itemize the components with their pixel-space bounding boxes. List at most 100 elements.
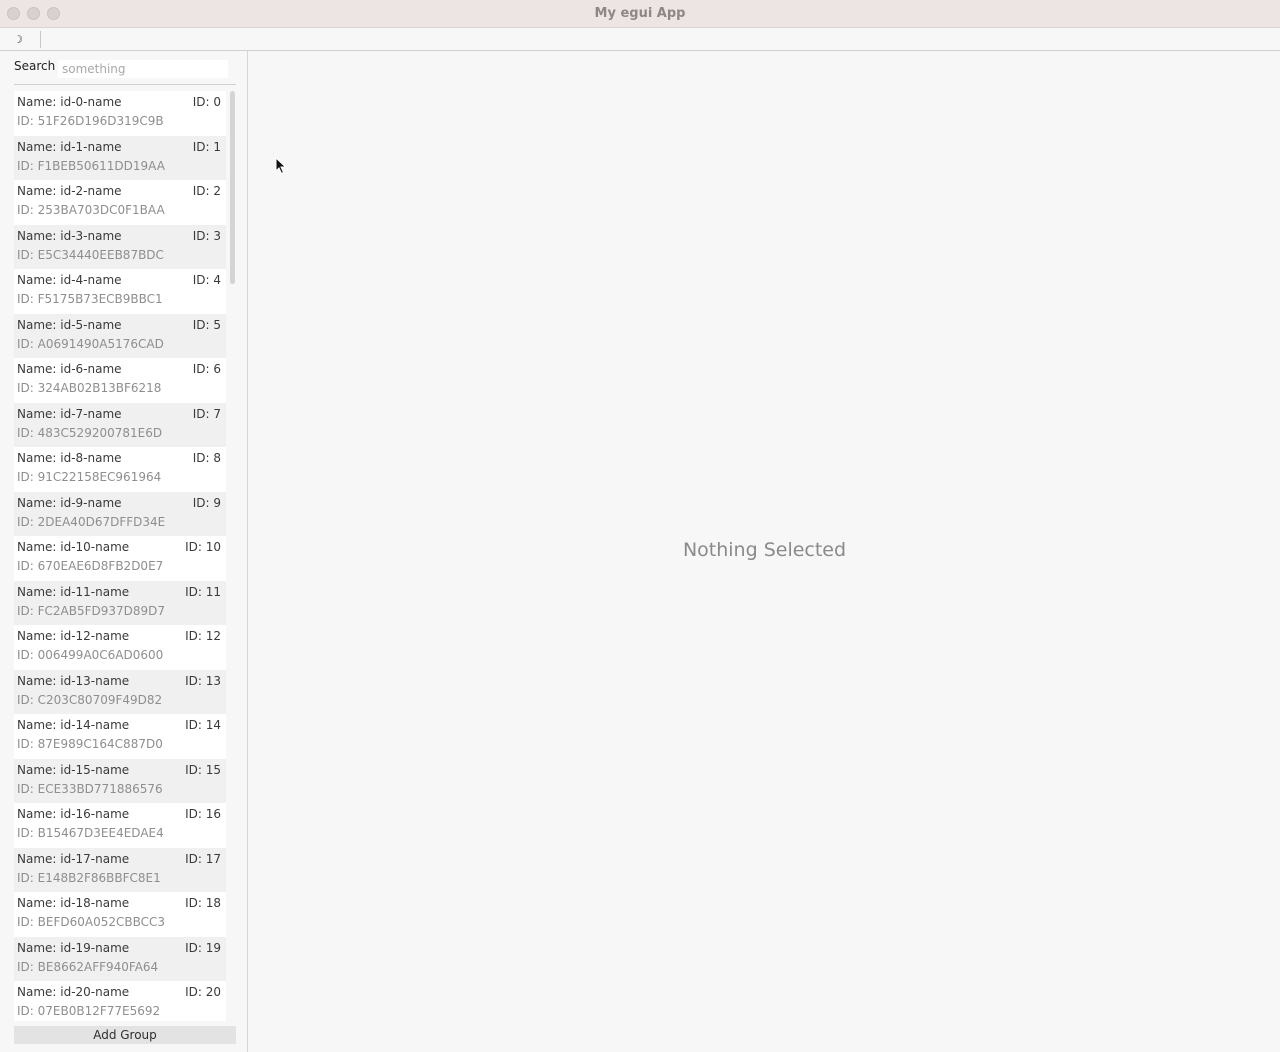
list-item[interactable]: Name: id-5-name ID: 5 ID: A0691490A5176CAD [14,313,226,358]
item-index: ID: 20 [185,985,221,999]
item-id: ID: F1BEB50611DD19AA [17,158,165,173]
list-item[interactable]: Name: id-15-name ID: 15 ID: ECE33BD7718865… [14,758,226,803]
item-index: ID: 9 [192,495,221,510]
item-name: Name: id-7-name [17,406,122,421]
empty-state-message: Nothing Selected [682,539,847,561]
item-index: ID: 17 [185,851,221,866]
list-item[interactable]: Name: id-0-name ID: 0 ID: 51F26D196D319C9B [14,91,226,136]
toolbar-separator [40,31,41,48]
item-id: ID: 253BA703DC0F1BAA [17,203,165,217]
item-index: ID: 8 [192,451,221,465]
list-item[interactable]: Name: id-10-name ID: 10 ID: 670EAE6D8FB2D0… [14,536,226,581]
list-item[interactable]: Name: id-14-name ID: 14 ID: 87E989C164C887… [14,714,226,759]
item-name: Name: id-8-name [17,451,122,465]
item-index: ID: 11 [185,584,221,599]
add-group-button[interactable]: Add Group [14,1026,236,1044]
list-item[interactable]: Name: id-6-name ID: 6 ID: 324AB02B13BF6218 [14,358,226,403]
item-index: ID: 4 [192,273,221,287]
list-item[interactable]: Name: id-20-name ID: 20 ID: 07EB0B12F77E56… [14,981,226,1021]
item-name: Name: id-16-name [17,807,130,821]
list-item[interactable]: Name: id-17-name ID: 17 ID: E148B2F86BBFC8… [14,847,226,892]
item-id: ID: F5175B73ECB9BBC1 [17,292,163,306]
item-index: ID: 0 [192,95,221,109]
item-id: ID: 91C22158EC961964 [17,470,162,484]
item-id: ID: 324AB02B13BF6218 [17,381,162,395]
item-id: ID: C203C80709F49D82 [17,692,163,707]
item-name: Name: id-20-name [17,985,130,999]
item-name: Name: id-0-name [17,95,122,109]
item-id: ID: 07EB0B12F77E5692 [17,1004,161,1018]
item-id: ID: 51F26D196D319C9B [17,114,164,128]
sidebar: Search Name: id-0-name ID: 0 ID: 51F26D196… [0,51,248,1052]
item-index: ID: 13 [185,673,221,688]
item-index: ID: 2 [192,184,221,198]
item-name: Name: id-5-name [17,317,122,332]
item-index: ID: 16 [185,807,221,821]
item-name: Name: id-9-name [17,495,122,510]
scrollbar-thumb[interactable] [230,91,235,284]
item-index: ID: 1 [192,139,221,154]
list-item[interactable]: Name: id-12-name ID: 12 ID: 006499A0C6AD06… [14,625,226,670]
item-index: ID: 6 [192,362,221,376]
item-name: Name: id-19-name [17,940,130,955]
item-name: Name: id-6-name [17,362,122,376]
item-id: ID: E148B2F86BBFC8E1 [17,870,161,885]
item-name: Name: id-1-name [17,139,122,154]
item-id: ID: BEFD60A052CBBCC3 [17,915,166,929]
list-item[interactable]: Name: id-9-name ID: 9 ID: 2DEA40D67DFFD34E [14,491,226,536]
list-item[interactable]: Name: id-13-name ID: 13 ID: C203C80709F49D… [14,669,226,714]
item-index: ID: 12 [185,629,221,643]
search-divider [14,84,236,85]
list-item[interactable]: Name: id-19-name ID: 19 ID: BE8662AFF940FA… [14,936,226,981]
theme-toggle-button[interactable]: ☽ [8,30,28,48]
item-index: ID: 5 [192,317,221,332]
list-item[interactable]: Name: id-1-name ID: 1 ID: F1BEB50611DD19AA [14,135,226,180]
item-index: ID: 7 [192,406,221,421]
item-name: Name: id-3-name [17,228,122,243]
top-toolbar: ☽ [0,28,1280,51]
item-name: Name: id-10-name [17,540,130,554]
item-index: ID: 19 [185,940,221,955]
list-scrollbar[interactable] [229,91,235,1021]
item-id: ID: 006499A0C6AD0600 [17,648,164,662]
list-item[interactable]: Name: id-11-name ID: 11 ID: FC2AB5FD937D89… [14,580,226,625]
list-item[interactable]: Name: id-2-name ID: 2 ID: 253BA703DC0F1BAA [14,180,226,225]
item-index: ID: 15 [185,762,221,777]
item-index: ID: 3 [192,228,221,243]
item-id: ID: 87E989C164C887D0 [17,737,163,751]
item-id: ID: 483C529200781E6D [17,425,163,440]
search-input[interactable] [58,60,228,78]
window-title: My egui App [594,6,686,21]
detail-panel: Nothing Selected [249,51,1280,1052]
item-id: ID: A0691490A5176CAD [17,336,164,351]
item-id: ID: E5C34440EEB87BDC [17,247,164,262]
list-item[interactable]: Name: id-4-name ID: 4 ID: F5175B73ECB9BBC1 [14,269,226,314]
moon-icon: ☽ [13,32,23,46]
list-item[interactable]: Name: id-16-name ID: 16 ID: B15467D3EE4EDA… [14,803,226,848]
item-name: Name: id-12-name [17,629,130,643]
item-id: ID: ECE33BD771886576 [17,781,163,796]
item-id: ID: BE8662AFF940FA64 [17,959,159,974]
item-id: ID: FC2AB5FD937D89D7 [17,603,166,618]
item-name: Name: id-15-name [17,762,130,777]
item-name: Name: id-2-name [17,184,122,198]
item-id: ID: 2DEA40D67DFFD34E [17,514,166,529]
item-name: Name: id-14-name [17,718,130,732]
item-index: ID: 10 [185,540,221,554]
item-id: ID: 670EAE6D8FB2D0E7 [17,559,164,573]
list-item[interactable]: Name: id-7-name ID: 7 ID: 483C529200781E6D [14,402,226,447]
list-item[interactable]: Name: id-18-name ID: 18 ID: BEFD60A052CBBC… [14,892,226,937]
item-name: Name: id-11-name [17,584,130,599]
item-list: Name: id-0-name ID: 0 ID: 51F26D196D319C9B… [14,91,226,1021]
list-item[interactable]: Name: id-3-name ID: 3 ID: E5C34440EEB87BDC [14,224,226,269]
item-name: Name: id-17-name [17,851,130,866]
app-window: My egui App ☽ Search Name: id-0-name ID: … [0,0,1280,1052]
item-name: Name: id-4-name [17,273,122,287]
mouse-pointer-icon [275,157,287,175]
item-name: Name: id-18-name [17,896,130,910]
list-item[interactable]: Name: id-8-name ID: 8 ID: 91C22158EC961964 [14,447,226,492]
item-index: ID: 14 [185,718,221,732]
item-id: ID: B15467D3EE4EDAE4 [17,826,164,840]
item-index: ID: 18 [185,896,221,910]
title-bar: My egui App [0,0,1280,28]
